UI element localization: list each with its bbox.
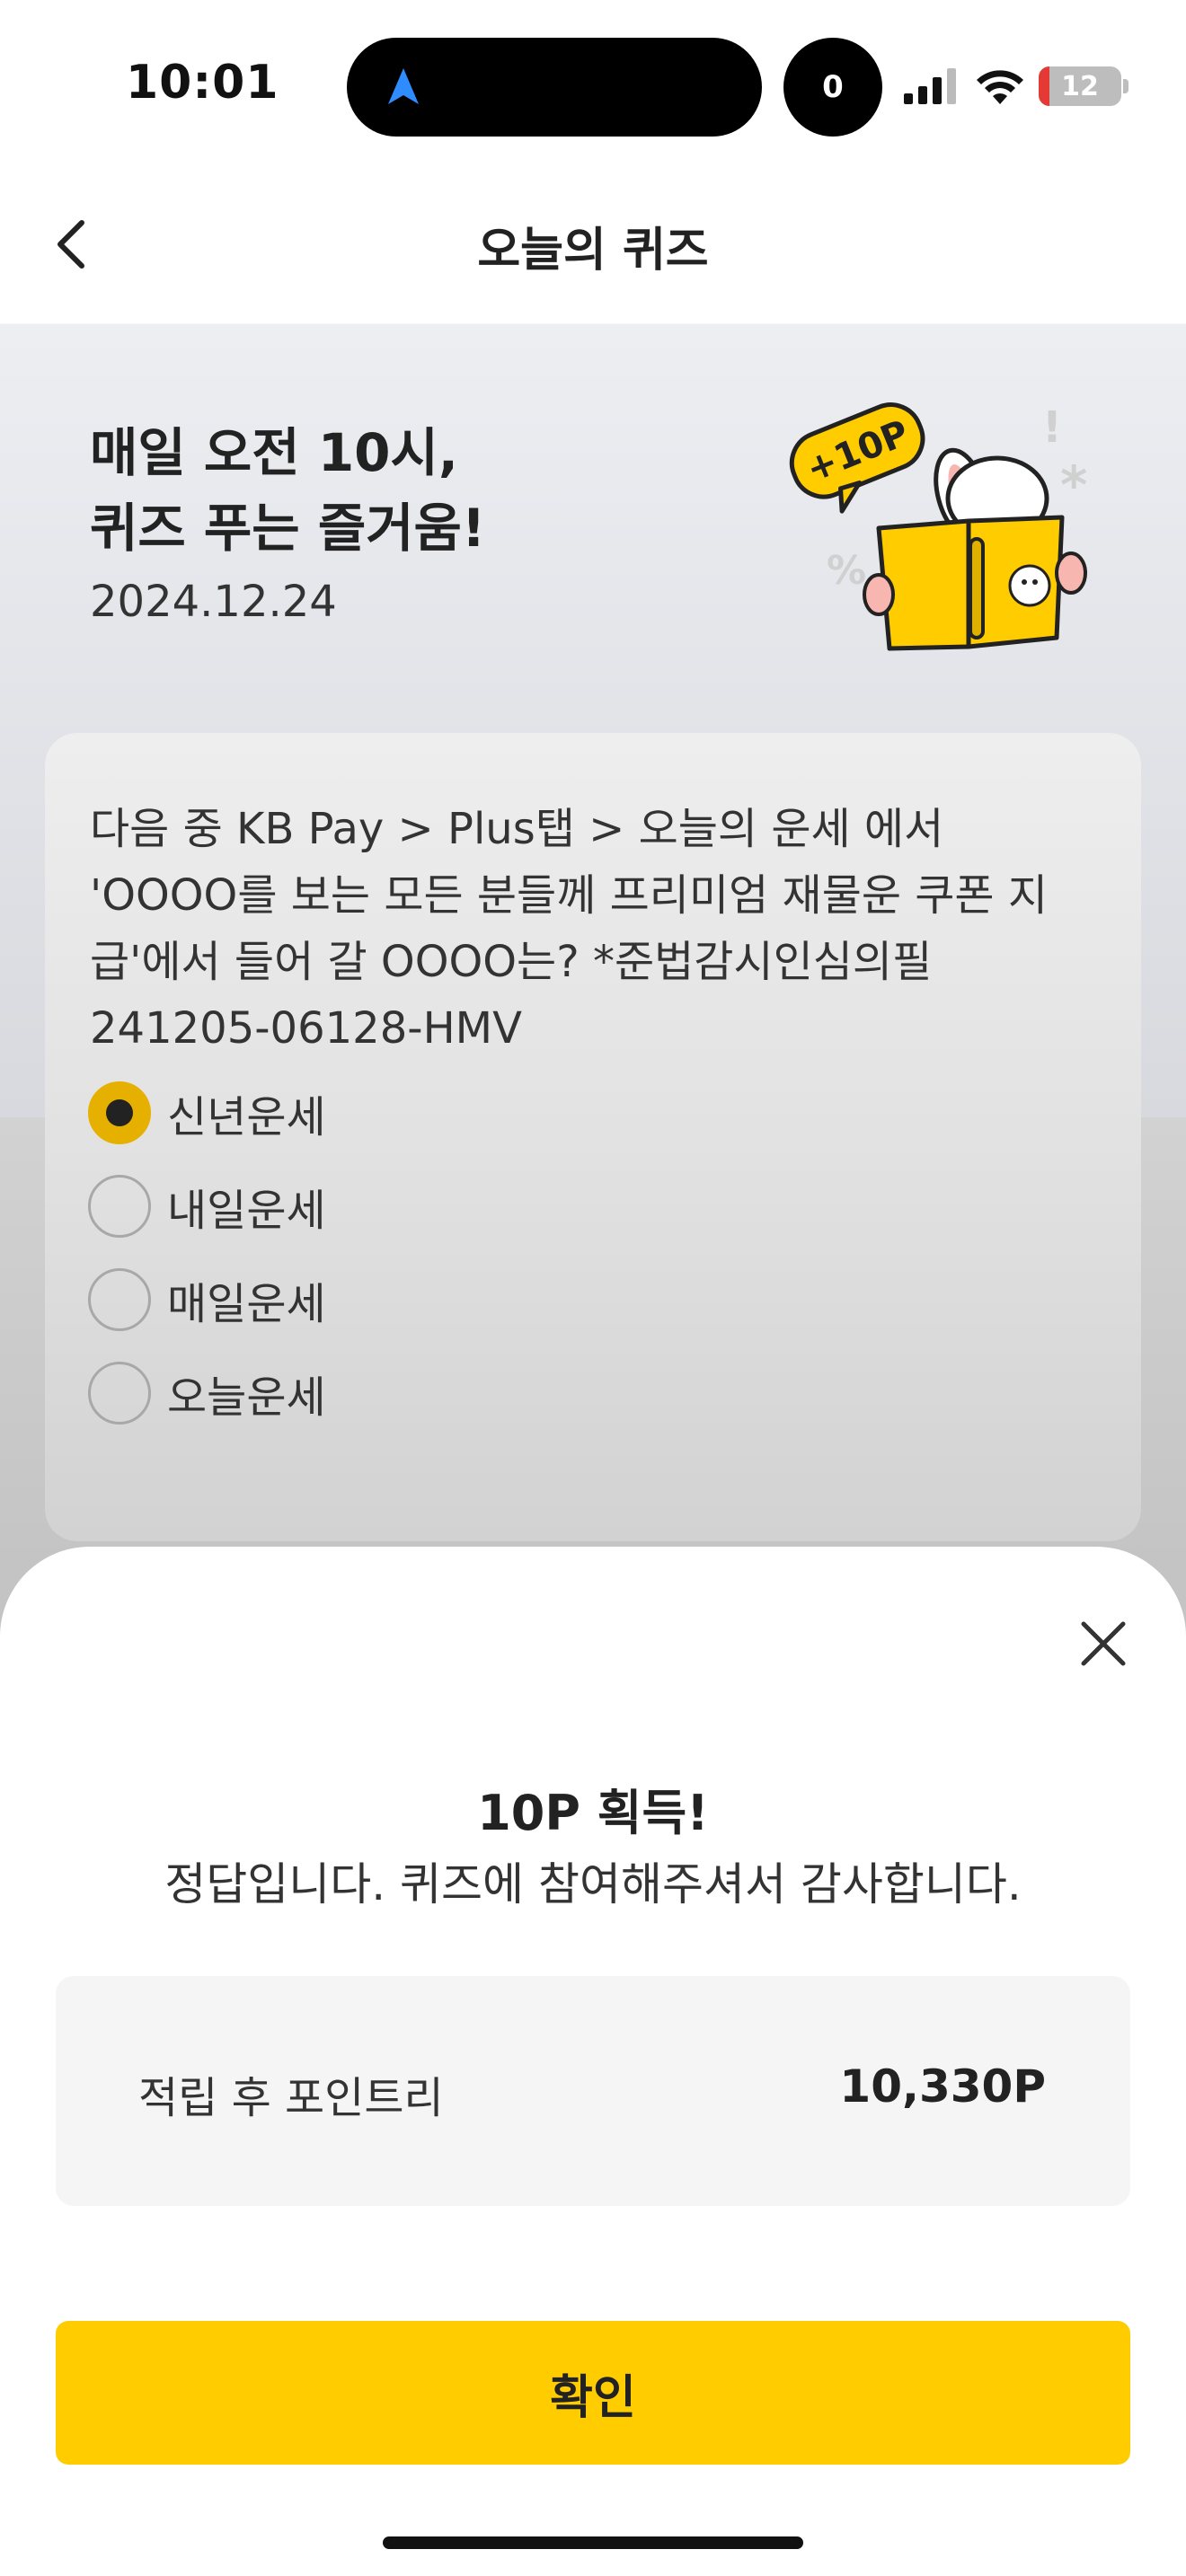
rabbit-reading-book-illustration: +10P ! * % <box>789 402 1087 651</box>
quiz-option-1[interactable]: 신년운세 <box>88 1080 326 1146</box>
svg-text:*: * <box>1060 454 1087 516</box>
close-icon[interactable] <box>1075 1615 1132 1672</box>
page-title: 오늘의 퀴즈 <box>477 224 709 278</box>
hero-title: 매일 오전 10시, 퀴즈 푸는 즐거움! <box>90 422 486 559</box>
battery-cap <box>1123 79 1128 93</box>
result-title: 10P 획득! <box>477 1785 709 1841</box>
quiz-date: 2024.12.24 <box>90 577 337 627</box>
radio-icon[interactable] <box>88 1362 151 1425</box>
quiz-option-3[interactable]: 매일운세 <box>88 1266 326 1333</box>
svg-text:%: % <box>827 548 866 594</box>
home-indicator <box>383 2536 803 2549</box>
notification-count: 0 <box>783 38 882 137</box>
radio-icon[interactable] <box>88 1268 151 1331</box>
battery-icon: 12 <box>1039 66 1121 106</box>
quiz-option-label: 매일운세 <box>167 1279 326 1329</box>
battery-level: 12 <box>1061 70 1099 102</box>
radio-selected-icon[interactable] <box>88 1081 151 1144</box>
quiz-option-label: 내일운세 <box>167 1186 326 1236</box>
quiz-option-2[interactable]: 내일운세 <box>88 1173 326 1239</box>
points-value: 10,330P <box>839 2060 1046 2113</box>
confirm-button[interactable]: 확인 <box>56 2321 1130 2465</box>
navigation-arrow-icon <box>388 68 419 104</box>
quiz-question: 다음 중 KB Pay > Plus탭 > 오늘의 운세 에서 'OOOO를 보… <box>90 804 1049 1054</box>
quiz-option-4[interactable]: 오늘운세 <box>88 1360 326 1426</box>
quiz-option-label: 오늘운세 <box>167 1372 326 1423</box>
svg-text:!: ! <box>1042 402 1062 453</box>
status-time: 10:01 <box>126 56 279 110</box>
radio-icon[interactable] <box>88 1175 151 1238</box>
points-label: 적립 후 포인트리 <box>138 2073 444 2123</box>
quiz-option-label: 신년운세 <box>167 1092 326 1142</box>
result-message: 정답입니다. 퀴즈에 참여해주셔서 감사합니다. <box>164 1858 1022 1910</box>
cellular-signal-icon <box>904 68 956 104</box>
wifi-icon <box>977 70 1023 104</box>
